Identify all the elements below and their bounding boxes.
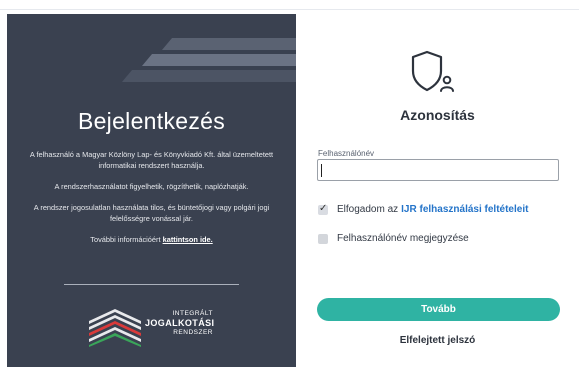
info-panel: Bejelentkezés A felhasználó a Magyar Köz… xyxy=(7,14,296,367)
shield-user-icon xyxy=(411,50,454,92)
logo-line3: RENDSZER xyxy=(173,329,213,336)
logo-line1: INTEGRÁLT xyxy=(172,310,213,317)
username-input[interactable] xyxy=(317,159,559,181)
login-form: Azonosítás Felhasználónév Elfogadom azIJ… xyxy=(296,14,579,367)
remember-username-label: Felhasználónév megjegyzése xyxy=(337,233,469,244)
accept-terms-checkbox[interactable] xyxy=(318,203,328,215)
ijr-logo: INTEGRÁLT JOGALKOTÁSI RENDSZER xyxy=(87,307,227,351)
username-label: Felhasználónév xyxy=(318,149,375,158)
text-caret xyxy=(321,164,322,177)
terms-link[interactable]: IJR felhasználási feltételeit xyxy=(401,204,528,215)
remember-username-checkbox[interactable] xyxy=(318,233,328,244)
logo-line2: JOGALKOTÁSI xyxy=(145,318,215,328)
submit-button[interactable]: Tovább xyxy=(317,298,560,321)
accept-terms-label: Elfogadom az xyxy=(337,204,399,215)
ijr-logo-text: INTEGRÁLT JOGALKOTÁSI RENDSZER xyxy=(145,310,215,337)
remember-username-row: Felhasználónév megjegyzése xyxy=(318,233,469,244)
form-title: Azonosítás xyxy=(400,107,475,123)
divider xyxy=(64,284,239,285)
decor-stripe xyxy=(161,38,296,50)
forgot-password-link[interactable]: Elfelejtett jelszó xyxy=(296,335,579,346)
decor-stripe xyxy=(141,54,296,66)
decor-stripe xyxy=(121,70,296,82)
more-info-text: További információért kattintson ide. xyxy=(27,234,276,245)
top-border xyxy=(0,9,579,10)
intro-text: A felhasználó a Magyar Közlöny Lap- és K… xyxy=(29,150,274,170)
panel-title: Bejelentkezés xyxy=(77,108,226,134)
warning-text: A rendszer jogosulatlan használata tilos… xyxy=(33,203,270,223)
more-info-link[interactable]: kattintson ide. xyxy=(163,235,213,244)
monitoring-text: A rendszerhasználatot figyelhetik, rögzí… xyxy=(54,182,249,191)
more-info-prefix: További információért xyxy=(90,235,163,244)
accept-terms-row: Elfogadom azIJR felhasználási feltételei… xyxy=(318,203,528,215)
ijr-logo-icon xyxy=(89,309,141,347)
